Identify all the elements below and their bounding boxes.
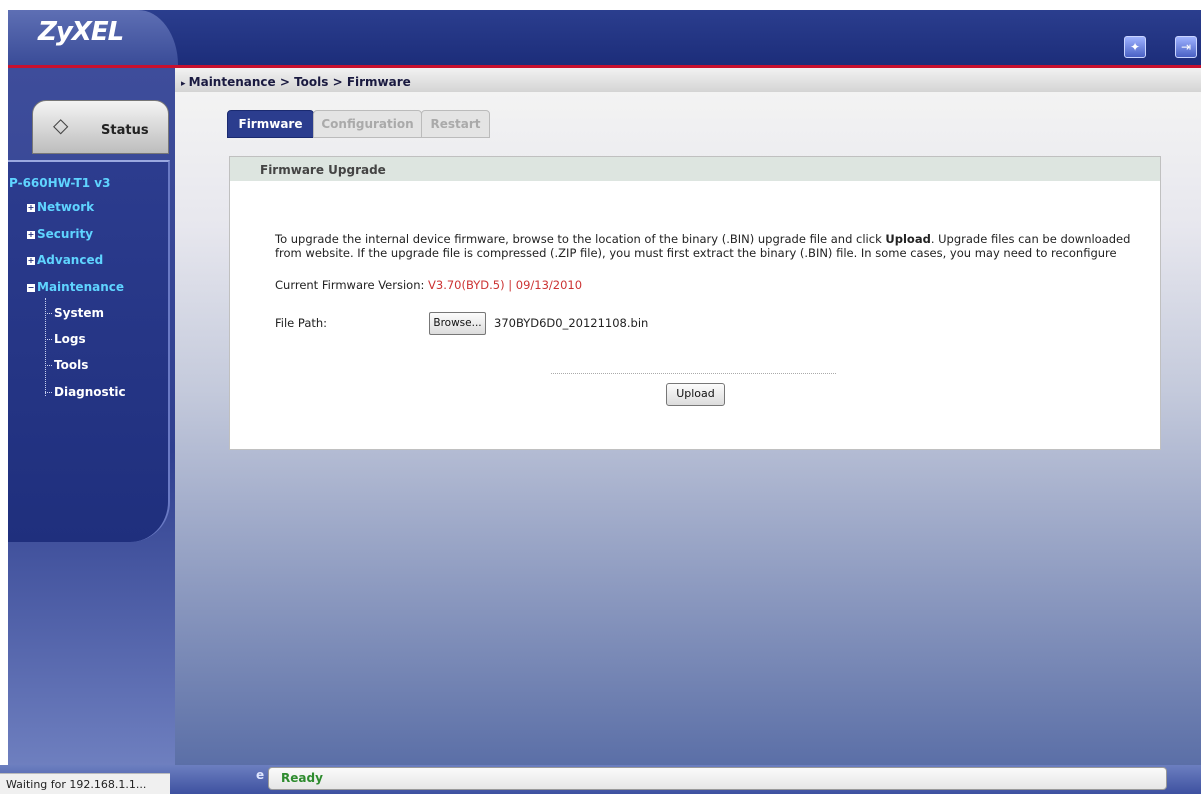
- sidebar-item-label: Security: [37, 227, 94, 241]
- tab-configuration[interactable]: Configuration: [313, 110, 422, 138]
- breadcrumb-text: Maintenance > Tools > Firmware: [188, 75, 411, 89]
- sidebar-item-advanced[interactable]: + Advanced: [27, 253, 103, 267]
- zyxel-logo: ZyXEL: [38, 17, 124, 47]
- firmware-version-label: Current Firmware Version:: [275, 278, 429, 292]
- sidebar-item-label: Network: [37, 200, 95, 214]
- divider: [551, 373, 836, 374]
- sidebar-item-network[interactable]: + Network: [27, 200, 94, 214]
- status-ready-text: Ready: [281, 771, 323, 785]
- browse-button[interactable]: Browse...: [429, 312, 486, 335]
- firmware-version-value: V3.70(BYD.5) | 09/13/2010: [428, 278, 583, 292]
- breadcrumb: ▸ Maintenance > Tools > Firmware: [181, 75, 411, 89]
- footer-label: e: [256, 768, 265, 782]
- sidebar-item-security[interactable]: + Security: [27, 227, 93, 241]
- tab-firmware[interactable]: Firmware: [227, 110, 314, 138]
- tree-tick: [45, 365, 52, 366]
- sidebar-item-label: Maintenance: [37, 280, 125, 294]
- wizard-icon[interactable]: ✦: [1124, 36, 1146, 58]
- device-model: P-660HW-T1 v3: [9, 176, 111, 190]
- status-box: Ready: [268, 767, 1167, 790]
- top-bar: [8, 10, 1201, 65]
- status-label: Status: [101, 123, 149, 138]
- firmware-version-row: Current Firmware Version: V3.70(BYD.5) |…: [275, 278, 582, 292]
- breadcrumb-arrow-icon: ▸: [181, 79, 189, 89]
- sidebar-item-maintenance[interactable]: − Maintenance: [27, 280, 124, 294]
- sidebar-subitem-diagnostic[interactable]: Diagnostic: [54, 385, 126, 399]
- sidebar-menu-panel: [8, 160, 170, 542]
- browser-status-bar: Waiting for 192.168.1.1...: [0, 773, 170, 794]
- logout-icon[interactable]: ⇥: [1175, 36, 1197, 58]
- desc-upload-word: Upload: [885, 232, 931, 246]
- expand-icon: +: [27, 255, 35, 265]
- expand-icon: +: [27, 229, 35, 239]
- collapse-icon: −: [27, 282, 35, 292]
- file-path-label: File Path:: [275, 316, 328, 330]
- tree-tick: [45, 392, 52, 393]
- sidebar-item-label: Advanced: [37, 253, 104, 267]
- tree-tick: [45, 313, 52, 314]
- upload-button[interactable]: Upload: [666, 383, 725, 406]
- panel-header: Firmware Upgrade: [230, 157, 1160, 181]
- firmware-upgrade-panel: Firmware Upgrade To upgrade the internal…: [229, 156, 1161, 450]
- upgrade-description: To upgrade the internal device firmware,…: [275, 232, 1145, 260]
- file-path-value: 370BYD6D0_20121108.bin: [494, 316, 649, 330]
- expand-icon: +: [27, 202, 35, 212]
- status-tab[interactable]: ◇ Status: [32, 100, 169, 154]
- tree-tick: [45, 339, 52, 340]
- desc-prefix: To upgrade the internal device firmware,…: [275, 232, 886, 246]
- sidebar-subitem-system[interactable]: System: [54, 306, 104, 320]
- panel-title: Firmware Upgrade: [260, 163, 386, 177]
- router-icon: ◇: [53, 113, 69, 137]
- tab-restart[interactable]: Restart: [421, 110, 490, 138]
- sidebar-subitem-tools[interactable]: Tools: [54, 358, 88, 372]
- sidebar-subitem-logs[interactable]: Logs: [54, 332, 86, 346]
